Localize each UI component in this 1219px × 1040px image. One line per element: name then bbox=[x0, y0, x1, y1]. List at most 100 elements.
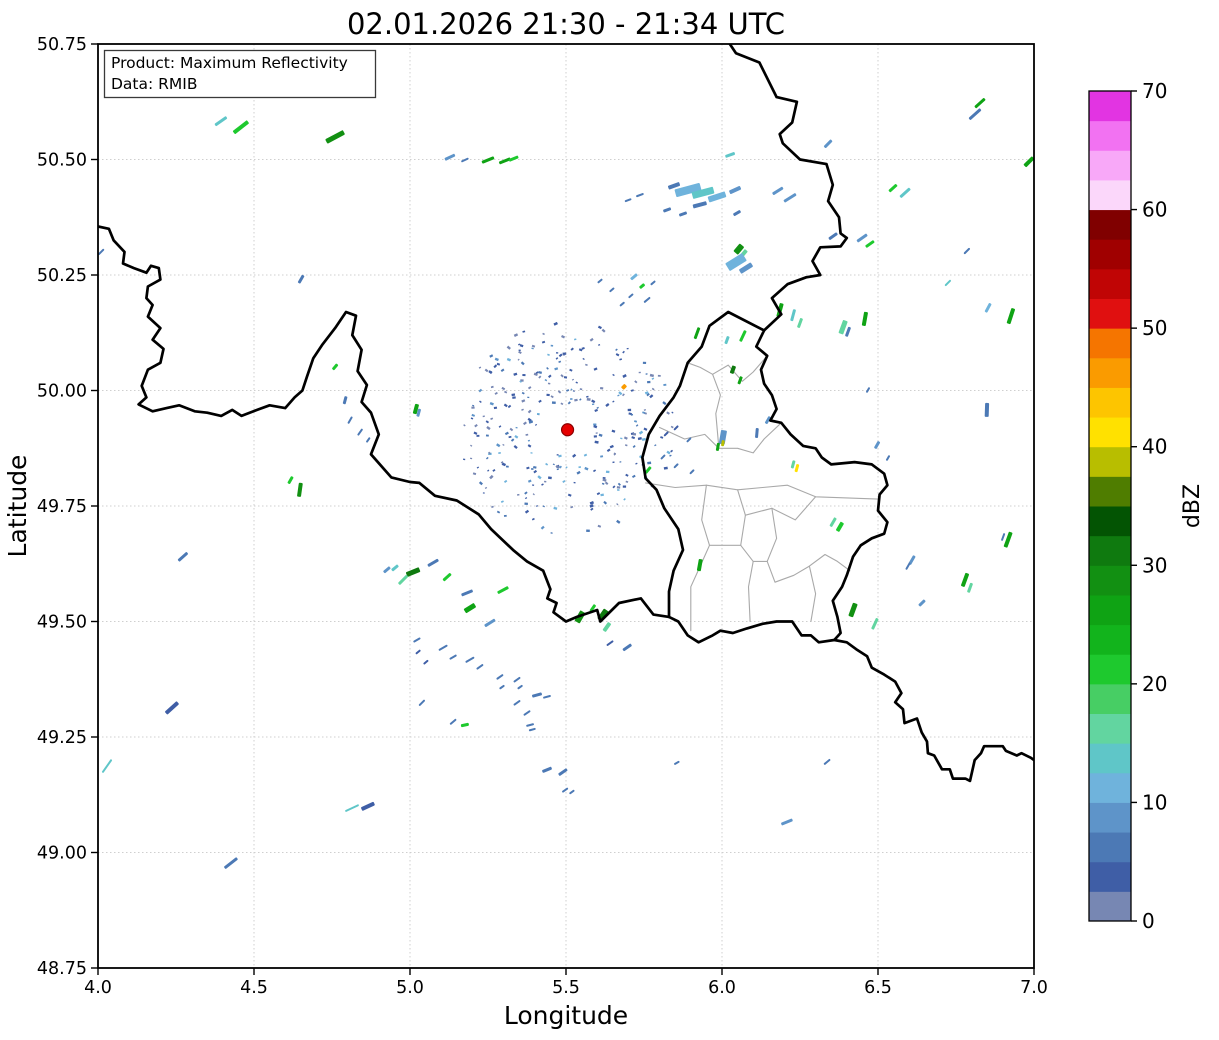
clutter-speck bbox=[628, 409, 631, 411]
colorbar-segment bbox=[1089, 417, 1131, 447]
colorbar-segment bbox=[1089, 832, 1131, 862]
clutter-speck bbox=[532, 484, 534, 486]
chart-title: 02.01.2026 21:30 - 21:34 UTC bbox=[347, 7, 785, 41]
y-tick-label: 50.75 bbox=[37, 35, 87, 55]
clutter-speck bbox=[647, 381, 650, 383]
radar-echo bbox=[985, 403, 989, 417]
clutter-speck bbox=[658, 375, 661, 377]
colorbar-segment bbox=[1089, 506, 1131, 536]
y-tick-label: 49.25 bbox=[37, 728, 87, 748]
clutter-speck bbox=[524, 502, 528, 505]
colorbar-segment bbox=[1089, 773, 1131, 803]
colorbar: 0 10 20 30 40 50 60 70 bbox=[1089, 79, 1167, 933]
colorbar-tick-label: 0 bbox=[1142, 909, 1155, 933]
x-tick-label: 4.0 bbox=[84, 978, 112, 998]
clutter-speck bbox=[511, 393, 515, 396]
clutter-speck bbox=[476, 435, 479, 437]
colorbar-tick-label: 20 bbox=[1142, 672, 1167, 696]
y-tick-label: 50.25 bbox=[37, 266, 87, 286]
clutter-speck bbox=[512, 396, 516, 398]
colorbar-tick-label: 50 bbox=[1142, 316, 1167, 340]
colorbar-segment bbox=[1089, 536, 1131, 566]
clutter-speck bbox=[486, 434, 489, 436]
clutter-speck bbox=[556, 352, 558, 354]
colorbar-segment bbox=[1089, 802, 1131, 832]
radar-site-marker bbox=[562, 424, 574, 436]
colorbar-segment bbox=[1089, 387, 1131, 417]
clutter-speck bbox=[606, 471, 610, 474]
colorbar-segment bbox=[1089, 358, 1131, 388]
colorbar-label: dBZ bbox=[1180, 484, 1205, 528]
info-box: Product: Maximum Reflectivity Data: RMIB bbox=[105, 51, 376, 98]
clutter-speck bbox=[483, 492, 485, 493]
clutter-speck bbox=[570, 398, 573, 400]
clutter-speck bbox=[552, 401, 556, 404]
colorbar-segment bbox=[1089, 150, 1131, 180]
x-tick-label: 5.5 bbox=[552, 978, 580, 998]
y-tick-label: 49.75 bbox=[37, 497, 87, 517]
x-axis-label: Longitude bbox=[504, 1001, 628, 1030]
colorbar-segment bbox=[1089, 714, 1131, 744]
clutter-speck bbox=[522, 374, 525, 376]
colorbar-segment bbox=[1089, 476, 1131, 506]
colorbar-segment bbox=[1089, 565, 1131, 595]
clutter-speck bbox=[551, 345, 554, 347]
clutter-speck bbox=[663, 384, 666, 386]
clutter-speck bbox=[544, 481, 546, 483]
colorbar-segment bbox=[1089, 654, 1131, 684]
clutter-speck bbox=[504, 515, 507, 517]
clutter-speck bbox=[647, 461, 651, 464]
colorbar-segment bbox=[1089, 121, 1131, 151]
clutter-speck bbox=[633, 433, 637, 436]
clutter-speck bbox=[527, 397, 529, 399]
y-tick-label: 49.50 bbox=[37, 613, 87, 633]
colorbar-segment bbox=[1089, 91, 1131, 121]
colorbar-tick-label: 40 bbox=[1142, 435, 1167, 459]
clutter-speck bbox=[557, 454, 559, 455]
clutter-speck bbox=[594, 435, 597, 437]
colorbar-segment bbox=[1089, 210, 1131, 240]
clutter-speck bbox=[531, 468, 533, 470]
clutter-speck bbox=[639, 372, 641, 373]
clutter-speck bbox=[519, 350, 521, 351]
y-tick-label: 49.00 bbox=[37, 844, 87, 864]
clutter-speck bbox=[623, 486, 626, 488]
info-box-product: Product: Maximum Reflectivity bbox=[111, 54, 348, 72]
colorbar-segment bbox=[1089, 743, 1131, 773]
x-tick-label: 5.0 bbox=[396, 978, 424, 998]
clutter-speck bbox=[471, 407, 474, 409]
clutter-speck bbox=[546, 394, 549, 396]
clutter-speck bbox=[587, 398, 591, 401]
clutter-speck bbox=[548, 476, 552, 479]
colorbar-tick-label: 30 bbox=[1142, 553, 1167, 577]
colorbar-tick-label: 60 bbox=[1142, 198, 1167, 222]
colorbar-tick-label: 10 bbox=[1142, 790, 1167, 814]
clutter-speck bbox=[617, 486, 620, 488]
clutter-speck bbox=[617, 489, 619, 491]
x-tick-label: 6.0 bbox=[708, 978, 736, 998]
radar-map-canvas: 02.01.2026 21:30 - 21:34 UTC 4.0 4.5 5.0 5.… bbox=[0, 0, 1219, 1040]
x-tick-label: 4.5 bbox=[240, 978, 268, 998]
info-box-source: Data: RMIB bbox=[111, 75, 198, 93]
clutter-speck bbox=[600, 387, 603, 390]
y-tick-label: 50.50 bbox=[37, 151, 87, 171]
colorbar-segment bbox=[1089, 447, 1131, 477]
y-tick-label: 50.00 bbox=[37, 382, 87, 402]
clutter-speck bbox=[537, 413, 540, 415]
colorbar-segment bbox=[1089, 328, 1131, 358]
colorbar-segment bbox=[1089, 891, 1131, 921]
clutter-speck bbox=[586, 529, 590, 532]
colorbar-segment bbox=[1089, 625, 1131, 655]
clutter-speck bbox=[563, 353, 566, 355]
colorbar-segment bbox=[1089, 299, 1131, 329]
colorbar-tick-label: 70 bbox=[1142, 79, 1167, 103]
x-tick-label: 7.0 bbox=[1020, 978, 1048, 998]
colorbar-segment bbox=[1089, 269, 1131, 299]
colorbar-segment bbox=[1089, 862, 1131, 892]
y-axis-label: Latitude bbox=[3, 455, 32, 558]
clutter-speck bbox=[494, 407, 497, 410]
clutter-speck bbox=[643, 362, 646, 364]
x-tick-label: 6.5 bbox=[864, 978, 892, 998]
colorbar-segment bbox=[1089, 239, 1131, 269]
clutter-speck bbox=[506, 466, 509, 468]
